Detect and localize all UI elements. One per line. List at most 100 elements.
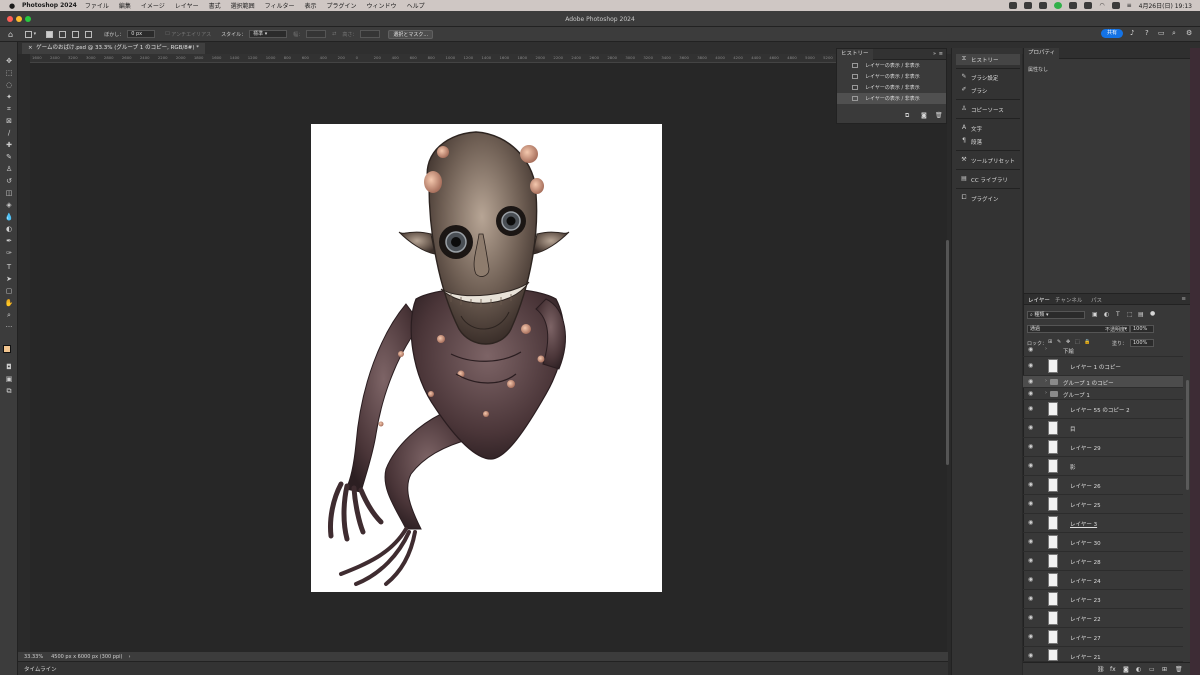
eye-icon[interactable]: ◉: [1028, 346, 1036, 353]
eye-icon[interactable]: ◉: [1028, 538, 1036, 545]
dock-paragraph[interactable]: ¶ 段落: [956, 136, 1020, 147]
app-status-icon[interactable]: [1069, 2, 1078, 9]
horizontal-ruler[interactable]: 1600 2400 3200 3000 2800 2600 2400 2200 2000 1800…: [30, 54, 947, 63]
layer-row[interactable]: ◉ › 下絵: [1023, 343, 1183, 357]
history-item[interactable]: レイヤーの表示 / 非表示: [837, 60, 946, 71]
brush-tool-icon[interactable]: ✎: [4, 152, 14, 162]
zoom-level[interactable]: 33.33%: [24, 654, 43, 660]
layer-row[interactable]: ◉ レイヤー 30: [1023, 533, 1183, 552]
eye-icon[interactable]: ◉: [1028, 633, 1036, 640]
chevron-right-icon[interactable]: ›: [1045, 378, 1047, 384]
menu-view[interactable]: 表示: [305, 1, 317, 10]
new-layer-icon[interactable]: ⊞: [1162, 666, 1167, 673]
type-tool-icon[interactable]: T: [4, 262, 14, 272]
help-icon[interactable]: ?: [1145, 29, 1149, 37]
menu-type[interactable]: 書式: [209, 1, 221, 10]
blur-tool-icon[interactable]: 💧: [4, 212, 14, 222]
width-input[interactable]: [306, 30, 327, 38]
share-button[interactable]: 共有: [1101, 29, 1123, 38]
battery-icon[interactable]: [1111, 2, 1120, 9]
add-selection-icon[interactable]: [59, 30, 67, 38]
trash-icon[interactable]: 🗑: [1175, 666, 1183, 673]
dodge-tool-icon[interactable]: ◐: [4, 224, 14, 234]
layer-row[interactable]: ◉ レイヤー 24: [1023, 571, 1183, 590]
quick-mask-icon[interactable]: ◘: [4, 362, 14, 372]
eye-icon[interactable]: ◉: [1028, 500, 1036, 507]
layer-row[interactable]: ◉ レイヤー 27: [1023, 628, 1183, 647]
height-input[interactable]: [360, 30, 381, 38]
intersect-selection-icon[interactable]: [85, 30, 93, 38]
layer-row[interactable]: ◉ 目: [1023, 419, 1183, 438]
fx-icon[interactable]: fx: [1110, 666, 1116, 673]
antialias-checkbox[interactable]: ☐ アンチエイリアス: [165, 31, 211, 38]
hand-tool-icon[interactable]: ✋: [4, 298, 14, 308]
clone-stamp-tool-icon[interactable]: ♙: [4, 164, 14, 174]
menu-edit[interactable]: 編集: [119, 1, 131, 10]
app-status-icon[interactable]: [1054, 2, 1063, 9]
tab-layers[interactable]: レイヤー: [1028, 296, 1050, 304]
settings-icon[interactable]: ⚙: [1186, 29, 1192, 37]
vertical-scrollbar[interactable]: [946, 240, 949, 465]
history-item[interactable]: レイヤーの表示 / 非表示: [837, 82, 946, 93]
search-icon[interactable]: ⌕: [1172, 29, 1176, 38]
app-status-icon[interactable]: [1039, 2, 1048, 9]
app-status-icon[interactable]: [1024, 2, 1033, 9]
timeline-panel[interactable]: タイムライン: [18, 661, 948, 675]
eyedropper-tool-icon[interactable]: ∕: [4, 128, 14, 138]
opacity-input[interactable]: 100%: [1130, 325, 1154, 333]
healing-brush-tool-icon[interactable]: ✚: [4, 140, 14, 150]
dock-clone-source[interactable]: ♙ コピーソース: [956, 104, 1020, 115]
zoom-tool-icon[interactable]: ⌕: [4, 310, 14, 320]
menu-select[interactable]: 選択範囲: [231, 1, 255, 10]
layer-row[interactable]: ◉ レイヤー 26: [1023, 476, 1183, 495]
camera-icon[interactable]: ◙: [921, 112, 927, 119]
panel-menu-icon[interactable]: ≡: [939, 51, 943, 57]
menu-window[interactable]: ウィンドウ: [367, 1, 397, 10]
filter-toggle-icon[interactable]: ●: [1150, 310, 1155, 317]
adjustment-layer-icon[interactable]: ◐: [1136, 666, 1141, 673]
workspace-icon[interactable]: ▭: [1158, 29, 1165, 37]
layer-row[interactable]: ◉ レイヤー 21: [1023, 647, 1183, 662]
more-tools-icon[interactable]: ···: [4, 322, 14, 332]
crop-tool-icon[interactable]: ⌗: [4, 104, 14, 114]
layer-row[interactable]: ◉ レイヤー 55 のコピー 2: [1023, 400, 1183, 419]
collapse-icon[interactable]: »: [933, 51, 936, 57]
layer-row[interactable]: ◉ レイヤー 23: [1023, 590, 1183, 609]
filter-shape-icon[interactable]: ⬚: [1127, 311, 1133, 318]
select-and-mask-button[interactable]: 選択とマスク...: [388, 29, 434, 39]
menu-help[interactable]: ヘルプ: [407, 1, 425, 10]
marquee-preset-icon[interactable]: ▾: [25, 30, 36, 38]
move-tool-icon[interactable]: ✥: [4, 56, 14, 66]
screen-mode-icon[interactable]: ▣: [4, 374, 14, 384]
filter-pixel-icon[interactable]: ▣: [1092, 311, 1098, 318]
layer-filter-select[interactable]: ⌕ 種類 ▾: [1027, 311, 1085, 319]
history-tab[interactable]: ヒストリー: [837, 49, 873, 60]
shape-tool-icon[interactable]: ▢: [4, 286, 14, 296]
tab-paths[interactable]: パス: [1091, 296, 1102, 304]
app-menu[interactable]: Photoshop 2024: [22, 2, 77, 9]
layer-row[interactable]: ◉ レイヤー 28: [1023, 552, 1183, 571]
path-selection-tool-icon[interactable]: ➤: [4, 274, 14, 284]
layer-row[interactable]: ◉ 影: [1023, 457, 1183, 476]
feather-input[interactable]: 0 px: [127, 30, 156, 38]
panel-menu-icon[interactable]: ≡: [1181, 296, 1186, 302]
layer-row[interactable]: ◉ レイヤー 3: [1023, 514, 1183, 533]
menu-image[interactable]: イメージ: [141, 1, 165, 10]
menu-layer[interactable]: レイヤー: [175, 1, 199, 10]
eye-icon[interactable]: ◉: [1028, 481, 1036, 488]
close-tab-icon[interactable]: ×: [28, 45, 33, 51]
wifi-icon[interactable]: ◠: [1099, 2, 1104, 9]
control-center-icon[interactable]: ≡: [1127, 2, 1132, 9]
layer-row-selected[interactable]: ◉ › グループ 1 のコピー: [1023, 376, 1183, 388]
filter-adjustment-icon[interactable]: ◐: [1104, 311, 1109, 318]
dock-plugins[interactable]: ⧠ プラグイン: [956, 193, 1020, 204]
menu-filter[interactable]: フィルター: [265, 1, 295, 10]
eye-icon[interactable]: ◉: [1028, 614, 1036, 621]
eye-icon[interactable]: ◉: [1028, 576, 1036, 583]
new-group-icon[interactable]: ▭: [1149, 666, 1155, 673]
apple-menu-icon[interactable]: ●: [8, 2, 16, 10]
pen-tool-icon[interactable]: ✒: [4, 236, 14, 246]
menu-file[interactable]: ファイル: [85, 1, 109, 10]
history-item[interactable]: レイヤーの表示 / 非表示: [837, 71, 946, 82]
document-info[interactable]: 4500 px x 6000 px (300 ppi): [51, 654, 122, 660]
